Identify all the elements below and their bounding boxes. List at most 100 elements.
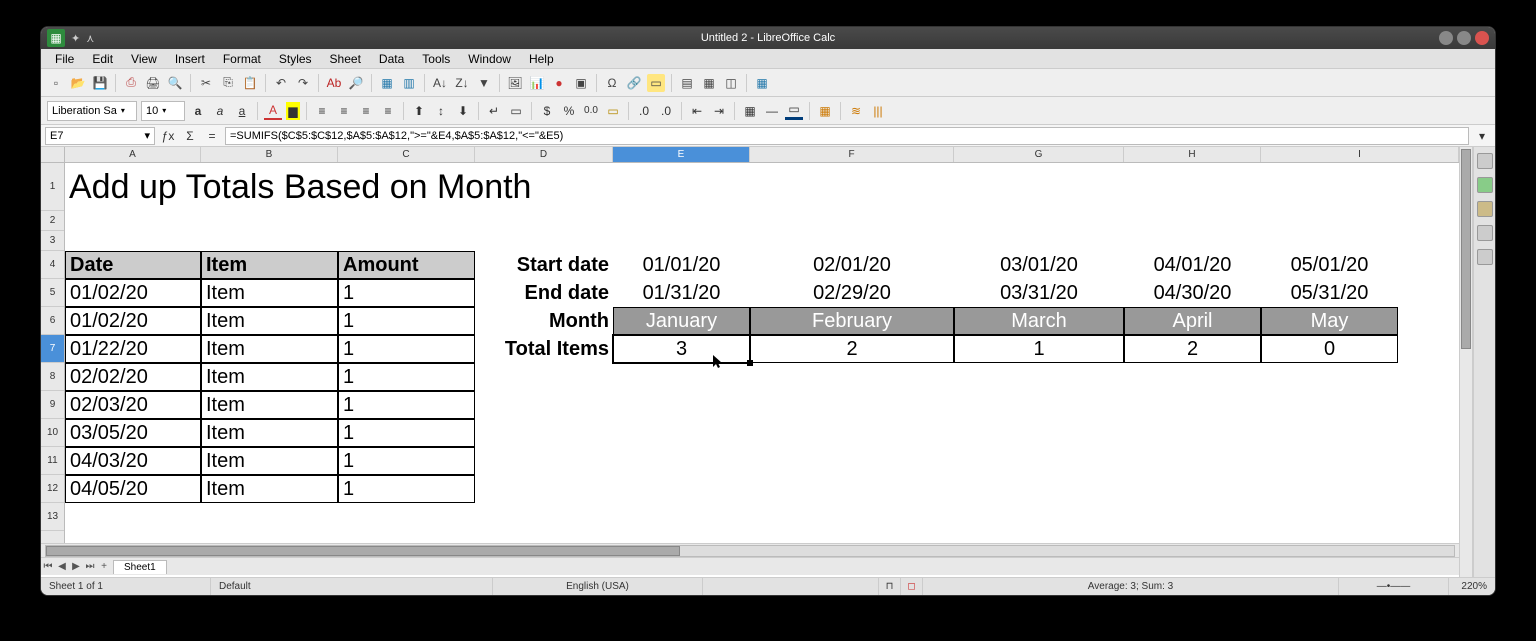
menu-view[interactable]: View (123, 50, 165, 68)
cell-B6[interactable]: Item (201, 307, 338, 335)
vertical-scrollbar[interactable] (1459, 147, 1473, 577)
cell-C7[interactable]: 1 (338, 335, 475, 363)
col-E[interactable]: E (613, 147, 750, 162)
highlight-icon[interactable]: ▆ (286, 102, 300, 120)
cell-F4[interactable]: 02/01/20 (750, 251, 954, 279)
cell-G4[interactable]: 03/01/20 (954, 251, 1124, 279)
cell-E7-active[interactable]: 3 (613, 335, 750, 363)
row-5[interactable]: 5 (41, 279, 64, 307)
align-center-icon[interactable]: ≡ (335, 102, 353, 120)
cell-F5[interactable]: 02/29/20 (750, 279, 954, 307)
sheet-tab-1[interactable]: Sheet1 (113, 560, 167, 574)
col-F[interactable]: F (750, 147, 954, 162)
preview-icon[interactable]: 🔍 (166, 74, 184, 92)
indent-dec-icon[interactable]: ⇤ (688, 102, 706, 120)
tab-last-icon[interactable]: ⏭ (83, 560, 97, 574)
cell-G7[interactable]: 1 (954, 335, 1124, 363)
menu-edit[interactable]: Edit (84, 50, 121, 68)
freeze-icon[interactable]: ▦ (700, 74, 718, 92)
valign-bot-icon[interactable]: ⬇ (454, 102, 472, 120)
scroll-track[interactable] (45, 545, 1455, 557)
cell-C5[interactable]: 1 (338, 279, 475, 307)
split-icon[interactable]: ◫ (722, 74, 740, 92)
lbl-month[interactable]: Month (475, 307, 613, 335)
row-7[interactable]: 7 (41, 335, 64, 363)
col-H[interactable]: H (1124, 147, 1261, 162)
cell-A7[interactable]: 01/22/20 (65, 335, 201, 363)
currency-icon[interactable]: $ (538, 102, 556, 120)
border-style-icon[interactable]: — (763, 102, 781, 120)
row-6[interactable]: 6 (41, 307, 64, 335)
menu-styles[interactable]: Styles (271, 50, 320, 68)
cell-I7[interactable]: 0 (1261, 335, 1398, 363)
name-box[interactable]: E7▾ (45, 127, 155, 145)
row-1[interactable]: 1 (41, 163, 64, 211)
cell-F6[interactable]: February (750, 307, 954, 335)
expand-icon[interactable]: ⋏ (86, 32, 94, 45)
cell-C9[interactable]: 1 (338, 391, 475, 419)
minimize-button[interactable] (1439, 31, 1453, 45)
cell-A10[interactable]: 03/05/20 (65, 419, 201, 447)
valign-top-icon[interactable]: ⬆ (410, 102, 428, 120)
horizontal-scrollbar[interactable] (41, 543, 1459, 557)
cell-B12[interactable]: Item (201, 475, 338, 503)
cell-I5[interactable]: 05/31/20 (1261, 279, 1398, 307)
cell-C6[interactable]: 1 (338, 307, 475, 335)
sort-asc-icon[interactable]: A↓ (431, 74, 449, 92)
cell-H7[interactable]: 2 (1124, 335, 1261, 363)
open-icon[interactable]: 📂 (69, 74, 87, 92)
tab-next-icon[interactable]: ▶ (69, 560, 83, 574)
cell-F7[interactable]: 2 (750, 335, 954, 363)
save-icon[interactable]: 💾 (91, 74, 109, 92)
valign-mid-icon[interactable]: ↕ (432, 102, 450, 120)
th-date[interactable]: Date (65, 251, 201, 279)
spellcheck-icon[interactable]: Ab (325, 74, 343, 92)
date-icon[interactable]: ▭ (604, 102, 622, 120)
omega-icon[interactable]: Ω (603, 74, 621, 92)
image-icon[interactable]: 🖼 (506, 74, 524, 92)
cell-B11[interactable]: Item (201, 447, 338, 475)
lbl-start[interactable]: Start date (475, 251, 613, 279)
formula-input[interactable]: =SUMIFS($C$5:$C$12,$A$5:$A$12,">="&E4,$A… (225, 127, 1469, 145)
menu-sheet[interactable]: Sheet (322, 50, 369, 68)
window-icon[interactable]: ▦ (753, 74, 771, 92)
dec-add-icon[interactable]: .0 (635, 102, 653, 120)
menu-tools[interactable]: Tools (414, 50, 458, 68)
status-sig-icon[interactable]: ◻ (901, 578, 923, 595)
cut-icon[interactable]: ✂ (197, 74, 215, 92)
themes-icon[interactable]: ||| (869, 102, 887, 120)
filter-icon[interactable]: ▼ (475, 74, 493, 92)
cell-H6[interactable]: April (1124, 307, 1261, 335)
sum-icon[interactable]: Σ (181, 127, 199, 145)
sort-desc-icon[interactable]: Z↓ (453, 74, 471, 92)
th-item[interactable]: Item (201, 251, 338, 279)
align-right-icon[interactable]: ≡ (357, 102, 375, 120)
borders-icon[interactable]: ▦ (741, 102, 759, 120)
vscroll-thumb[interactable] (1461, 149, 1471, 349)
new-icon[interactable]: ▫ (47, 74, 65, 92)
cell-A8[interactable]: 02/02/20 (65, 363, 201, 391)
status-insert[interactable] (703, 578, 879, 595)
fx-wizard-icon[interactable]: ƒx (159, 127, 177, 145)
row-10[interactable]: 10 (41, 419, 64, 447)
link-icon[interactable]: 🔗 (625, 74, 643, 92)
border-color-icon[interactable]: ▭ (785, 102, 803, 120)
row-4[interactable]: 4 (41, 251, 64, 279)
sidebar-styles-icon[interactable] (1477, 177, 1493, 193)
chart-icon[interactable]: 📊 (528, 74, 546, 92)
col-B[interactable]: B (201, 147, 338, 162)
th-amount[interactable]: Amount (338, 251, 475, 279)
cell-G6[interactable]: March (954, 307, 1124, 335)
maximize-button[interactable] (1457, 31, 1471, 45)
zoom-level[interactable]: 220% (1449, 578, 1495, 595)
titlebar[interactable]: ▦ ✦ ⋏ Untitled 2 - LibreOffice Calc (41, 27, 1495, 49)
cell-A12[interactable]: 04/05/20 (65, 475, 201, 503)
font-name-combo[interactable]: Liberation Sa▾ (47, 101, 137, 121)
cell-C8[interactable]: 1 (338, 363, 475, 391)
undo-icon[interactable]: ↶ (272, 74, 290, 92)
cell-G5[interactable]: 03/31/20 (954, 279, 1124, 307)
cell-I6[interactable]: May (1261, 307, 1398, 335)
column-headers[interactable]: A B C D E F G H I (41, 147, 1459, 163)
merge-icon[interactable]: ▭ (507, 102, 525, 120)
col-A[interactable]: A (65, 147, 201, 162)
